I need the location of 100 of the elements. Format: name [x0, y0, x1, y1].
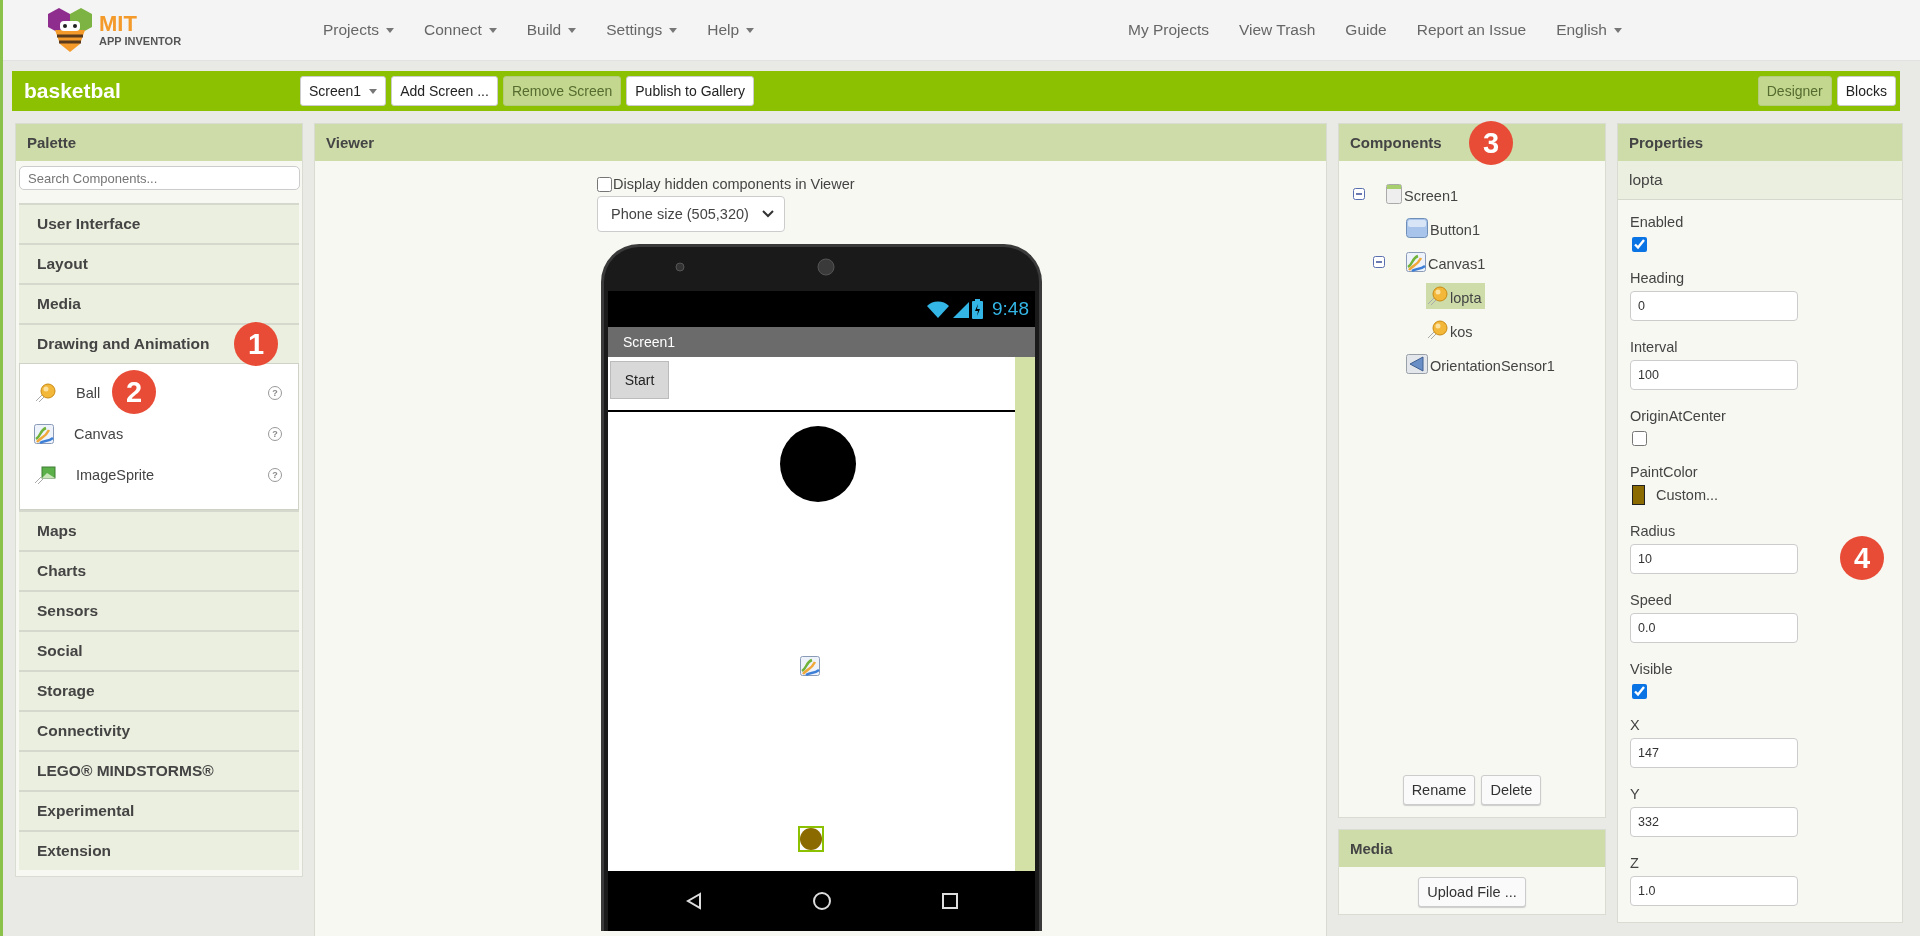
caret-icon: [488, 27, 497, 33]
property-label: OriginAtCenter: [1630, 408, 1727, 424]
view-tab[interactable]: Blocks: [1836, 76, 1896, 106]
palette-category[interactable]: Sensors: [19, 590, 299, 630]
caret-icon: [386, 27, 394, 33]
button-icon: [1406, 218, 1428, 238]
text-field[interactable]: 10: [1630, 544, 1798, 574]
ball-icon: [1426, 286, 1448, 306]
menu-item[interactable]: Help: [692, 21, 770, 39]
palette-category[interactable]: Experimental: [19, 790, 299, 830]
palette-category[interactable]: Storage: [19, 670, 299, 710]
image-sprite-icon: [34, 464, 56, 485]
battery-icon: [972, 299, 983, 319]
menu-item[interactable]: Connect: [409, 21, 512, 39]
property-label: Z: [1630, 855, 1640, 871]
panel-title: Media: [1350, 840, 1393, 857]
tree-item[interactable]: lopta: [1426, 283, 1486, 309]
project-name: basketbal: [23, 79, 122, 103]
palette-category[interactable]: Connectivity: [19, 710, 299, 750]
property-label: X: [1630, 717, 1641, 733]
step-number-badge: 1: [234, 322, 278, 366]
caret-icon: [369, 88, 378, 94]
recents-icon: [939, 891, 960, 911]
step-number-badge: 2: [112, 370, 156, 414]
palette-category[interactable]: User Interface: [19, 203, 299, 243]
palette-category[interactable]: Social: [19, 630, 299, 670]
checkbox[interactable]: [1632, 237, 1647, 252]
property-label: Enabled: [1630, 214, 1685, 230]
menu-item[interactable]: Guide: [1330, 21, 1402, 39]
menu-item[interactable]: Report an Issue: [1401, 21, 1542, 39]
tree-item[interactable]: Screen1: [1386, 181, 1462, 207]
property-label: Interval: [1630, 339, 1679, 355]
step-number-badge: 4: [1840, 536, 1884, 580]
text-field[interactable]: 0.0: [1630, 613, 1798, 643]
speaker-icon: [816, 257, 836, 277]
caret-icon: [746, 27, 755, 33]
palette-category[interactable]: Layout: [19, 243, 299, 283]
upload-button[interactable]: Upload File ...: [1418, 877, 1526, 907]
start-button[interactable]: Start: [610, 361, 669, 399]
canvas-icon: [34, 423, 54, 444]
text-field[interactable]: 0: [1630, 291, 1798, 321]
home-icon: [811, 891, 832, 911]
text-field[interactable]: 100: [1630, 360, 1798, 390]
screen-dropdown[interactable]: Screen1: [300, 76, 387, 106]
checkbox[interactable]: [1632, 684, 1647, 699]
color-value[interactable]: Custom...: [1656, 487, 1719, 503]
bee-logo-icon: [45, 8, 95, 52]
checkbox[interactable]: [597, 176, 612, 192]
caret-icon: [1614, 27, 1622, 33]
menu-item[interactable]: My Projects: [1113, 21, 1224, 39]
text-field[interactable]: 1.0: [1630, 876, 1798, 906]
palette-item[interactable]: Ball: [76, 384, 101, 401]
tree-item[interactable]: OrientationSensor1: [1406, 351, 1559, 377]
palette-category[interactable]: Charts: [19, 550, 299, 590]
palette-item[interactable]: Canvas: [74, 425, 124, 442]
screen-icon: [1386, 184, 1402, 204]
logo-subtitle: APP INVENTOR: [99, 36, 182, 47]
text-field[interactable]: 147: [1630, 738, 1798, 768]
tree-item[interactable]: Button1: [1406, 215, 1484, 241]
menu-item[interactable]: View Trash: [1223, 21, 1331, 39]
text-field[interactable]: 332: [1630, 807, 1798, 837]
palette-category[interactable]: Drawing and Animation 1: [19, 323, 299, 363]
palette-category[interactable]: Extension: [19, 830, 299, 870]
checkbox[interactable]: [1632, 431, 1647, 446]
menu-item[interactable]: English: [1541, 21, 1637, 39]
step-number-badge: 3: [1469, 121, 1513, 165]
action-button[interactable]: Rename: [1402, 775, 1476, 805]
menu-item[interactable]: Build: [511, 21, 592, 39]
action-button[interactable]: Delete: [1481, 775, 1542, 805]
menu-item[interactable]: Settings: [591, 21, 693, 39]
panel-title: Properties: [1629, 134, 1704, 151]
property-label: PaintColor: [1630, 464, 1699, 480]
ball-icon: [34, 382, 56, 403]
collapse-icon[interactable]: [1373, 256, 1385, 268]
tree-item[interactable]: Canvas1: [1406, 249, 1490, 275]
menu-item[interactable]: Projects: [308, 21, 409, 39]
sensor-icon: [1406, 354, 1428, 374]
collapse-icon[interactable]: [1353, 188, 1365, 200]
size-dropdown[interactable]: Phone size (505,320): [597, 196, 785, 232]
property-label: Visible: [1630, 661, 1674, 677]
palette-category[interactable]: Maps: [19, 510, 299, 550]
palette-item[interactable]: ImageSprite: [76, 466, 155, 483]
selected-ball-sprite: [798, 826, 824, 852]
clock-text: 9:48: [992, 298, 1029, 320]
property-label: Speed: [1630, 592, 1673, 608]
app-title-bar: Screen1: [608, 327, 1035, 357]
search-field[interactable]: Search Components...: [19, 166, 300, 190]
checkbox-label: Display hidden components in Viewer: [613, 176, 855, 192]
property-label: Y: [1630, 786, 1641, 802]
color-swatch[interactable]: [1632, 485, 1645, 505]
canvas-icon: [800, 656, 820, 676]
ball-icon: [1426, 320, 1448, 340]
tree-item[interactable]: kos: [1426, 317, 1477, 343]
toolbar-button[interactable]: Publish to Gallery: [626, 76, 754, 106]
camera-icon: [674, 261, 686, 273]
toolbar-button[interactable]: Add Screen ...: [391, 76, 498, 106]
view-tab[interactable]: Designer: [1757, 76, 1832, 106]
chevron-icon: [762, 210, 774, 218]
palette-category[interactable]: LEGO® MINDSTORMS®: [19, 750, 299, 790]
palette-category[interactable]: Media: [19, 283, 299, 323]
